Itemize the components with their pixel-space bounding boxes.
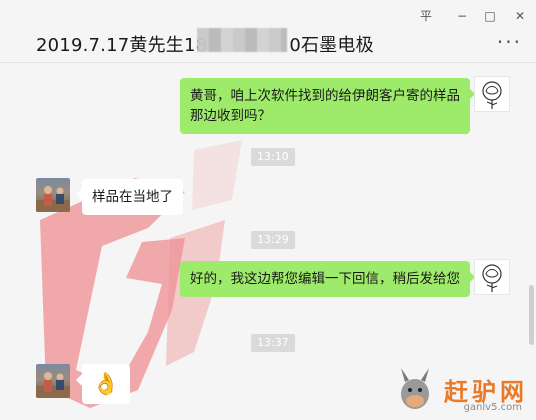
pin-window-button[interactable]: 平 <box>412 6 440 26</box>
message-text: 样品在当地了 <box>92 189 173 205</box>
person-photo-icon <box>36 186 70 212</box>
message-text: 好的，我这边帮您编辑一下回信，稍后发给您 <box>190 271 460 287</box>
minimize-button[interactable]: − <box>448 6 476 26</box>
chat-header: 2019.7.17黄先生18 0石墨电极 平 − □ ✕ ··· <box>0 0 536 62</box>
more-options-button[interactable]: ··· <box>497 30 522 54</box>
watermark-url: ganlv5.com <box>463 402 522 413</box>
rose-icon <box>482 264 502 292</box>
ok-hand-emoji-message[interactable]: 👌 <box>82 364 130 404</box>
close-button[interactable]: ✕ <box>506 6 534 26</box>
maximize-button[interactable]: □ <box>476 6 504 26</box>
timestamp: 13:29 <box>251 231 295 249</box>
redacted-phone-number <box>197 28 287 52</box>
my-message-bubble[interactable]: 黄哥，咱上次软件找到的给伊朗客户寄的样品那边收到吗？ <box>180 78 470 134</box>
person-photo-icon <box>36 372 70 398</box>
maximize-icon: □ <box>484 9 496 23</box>
header-divider <box>0 62 536 63</box>
close-icon: ✕ <box>514 9 526 23</box>
chat-title-text: 2019.7.17黄先生18 <box>36 35 208 56</box>
my-avatar[interactable] <box>474 259 510 295</box>
minimize-icon: − <box>456 9 468 23</box>
chat-title-suffix: 0石墨电极 <box>289 35 374 56</box>
ok-hand-icon: 👌 <box>92 371 120 397</box>
rose-icon <box>482 81 502 109</box>
pin-icon: 平 <box>419 9 432 23</box>
more-icon: ··· <box>496 30 522 54</box>
timestamp: 13:37 <box>251 334 295 352</box>
timestamp: 13:10 <box>251 148 295 166</box>
peer-avatar[interactable] <box>36 364 70 398</box>
peer-avatar[interactable] <box>36 178 70 212</box>
donkey-logo-icon <box>401 368 429 409</box>
chat-scrollbar[interactable] <box>529 285 534 345</box>
my-avatar[interactable] <box>474 76 510 112</box>
timestamp-text: 13:29 <box>257 233 289 246</box>
timestamp-text: 13:37 <box>257 336 289 349</box>
my-message-bubble[interactable]: 好的，我这边帮您编辑一下回信，稍后发给您 <box>180 261 470 297</box>
peer-message-bubble[interactable]: 样品在当地了 <box>82 179 183 215</box>
message-text: 黄哥，咱上次软件找到的给伊朗客户寄的样品那边收到吗？ <box>190 88 460 124</box>
timestamp-text: 13:10 <box>257 150 289 163</box>
